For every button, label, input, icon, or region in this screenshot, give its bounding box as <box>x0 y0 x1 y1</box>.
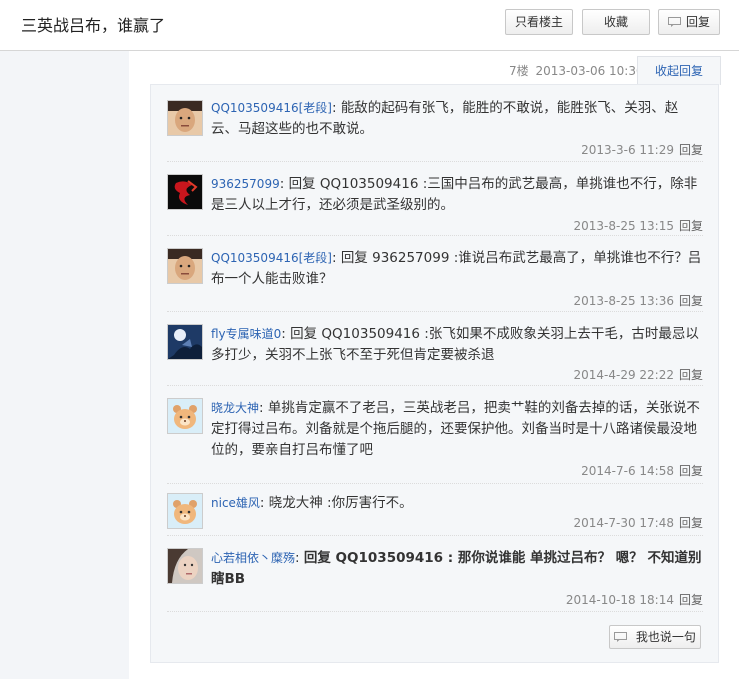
reply-time: 2013-8-25 13:36 <box>573 294 674 308</box>
comment-icon <box>667 11 682 27</box>
reply-button-label: 回复 <box>685 15 710 29</box>
list-item: 心若相依丶糜殇: 回复 QQ103509416 : 那你说谁能 单挑过吕布？ 嗯… <box>167 535 703 612</box>
reply-time: 2014-10-18 18:14 <box>565 593 674 607</box>
reply-link[interactable]: 回复 <box>679 143 703 157</box>
avatar[interactable] <box>167 493 203 529</box>
list-item: 晓龙大神: 单挑肯定赢不了老吕，三英战老吕，把卖艹鞋的刘备去掉的话，关张说不定打… <box>167 385 703 484</box>
avatar[interactable] <box>167 174 203 210</box>
favorite-button[interactable]: 收藏 <box>582 9 650 35</box>
reply-username[interactable]: 晓龙大神 <box>211 401 259 415</box>
reply-text: 晓龙大神 :你厉害行不。 <box>268 495 413 511</box>
reply-link[interactable]: 回复 <box>679 219 703 233</box>
reply-link[interactable]: 回复 <box>679 593 703 607</box>
reply-list: QQ103509416[老段]: 能敌的起码有张飞，能胜的不敢说，能胜张飞、关羽… <box>150 84 719 663</box>
avatar[interactable] <box>167 548 203 584</box>
reply-link[interactable]: 回复 <box>679 516 703 530</box>
list-item: nice雄风: 晓龙大神 :你厉害行不。 2014-7-30 17:48 回复 <box>167 483 703 536</box>
floor-time: 2013-03-06 10:30 <box>535 64 644 78</box>
avatar[interactable] <box>167 248 203 284</box>
avatar[interactable] <box>167 100 203 136</box>
floor-number: 7楼 <box>509 64 529 78</box>
list-item: QQ103509416[老段]: 能敌的起码有张飞，能胜的不敢说，能胜张飞、关羽… <box>167 93 703 162</box>
reply-text: 回复 QQ103509416 :张飞如果不成败象关羽上去干毛，古时最忌以多打少，… <box>211 326 699 363</box>
reply-link[interactable]: 回复 <box>679 464 703 478</box>
reply-time: 2014-4-29 22:22 <box>573 368 674 382</box>
thread-title: 三英战吕布，谁赢了 <box>21 16 166 35</box>
reply-time: 2013-8-25 13:15 <box>573 219 674 233</box>
reply-username[interactable]: 936257099 <box>211 177 280 191</box>
list-item: QQ103509416[老段]: 回复 936257099 :谁说吕布武艺最高了… <box>167 235 703 312</box>
reply-time: 2014-7-6 14:58 <box>581 464 674 478</box>
say-something-button[interactable]: 我也说一句 <box>609 625 701 649</box>
reply-username[interactable]: fly专属味道0 <box>211 327 281 341</box>
say-something-label: 我也说一句 <box>635 630 696 644</box>
only-author-button[interactable]: 只看楼主 <box>505 9 573 35</box>
reply-button[interactable]: 回复 <box>658 9 720 35</box>
list-item: fly专属味道0: 回复 QQ103509416 :张飞如果不成败象关羽上去干毛… <box>167 311 703 386</box>
reply-time: 2014-7-30 17:48 <box>573 516 674 530</box>
comment-icon <box>614 630 636 644</box>
floor-meta: 7楼 2013-03-06 10:30 <box>506 62 644 79</box>
reply-text: 回复 QQ103509416 :三国中吕布的武艺最高，单挑谁也不行，除非是三人以… <box>211 176 698 213</box>
reply-time: 2013-3-6 11:29 <box>581 143 674 157</box>
reply-username[interactable]: nice雄风 <box>211 496 260 510</box>
avatar[interactable] <box>167 398 203 434</box>
reply-link[interactable]: 回复 <box>679 294 703 308</box>
avatar[interactable] <box>167 324 203 360</box>
list-item: 936257099: 回复 QQ103509416 :三国中吕布的武艺最高，单挑… <box>167 161 703 236</box>
thread-header: 三英战吕布，谁赢了 只看楼主 收藏 回复 <box>0 0 739 51</box>
collapse-replies-button[interactable]: 收起回复 <box>637 56 721 85</box>
reply-username[interactable]: 心若相依丶糜殇 <box>211 551 295 565</box>
reply-text: 单挑肯定赢不了老吕，三英战老吕，把卖艹鞋的刘备去掉的话，关张说不定打得过吕布。刘… <box>211 400 700 458</box>
reply-link[interactable]: 回复 <box>679 368 703 382</box>
reply-username[interactable]: QQ103509416[老段] <box>211 101 332 115</box>
author-column <box>0 51 129 679</box>
reply-username[interactable]: QQ103509416[老段] <box>211 251 332 265</box>
